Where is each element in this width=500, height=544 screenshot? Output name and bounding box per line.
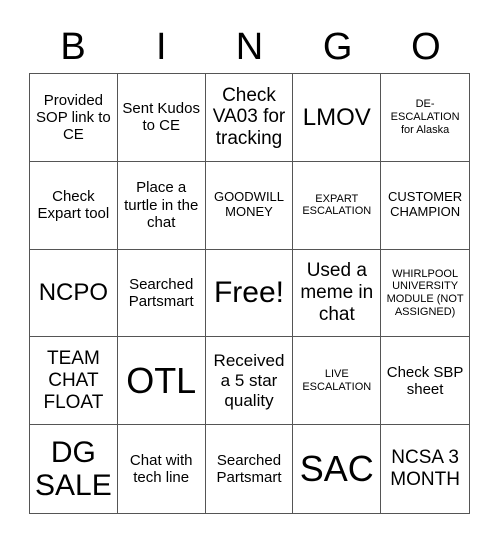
bingo-cell[interactable]: GOODWILL MONEY bbox=[205, 161, 294, 250]
bingo-cell[interactable]: Received a 5 star quality bbox=[205, 337, 294, 426]
bingo-cell[interactable]: DE-ESCALATION for Alaska bbox=[381, 74, 469, 162]
bingo-cell[interactable]: LMOV bbox=[293, 74, 382, 162]
header-letter-g: G bbox=[322, 26, 353, 68]
header-letter-b: B bbox=[60, 26, 86, 68]
bingo-cell[interactable]: Check Expart tool bbox=[30, 161, 118, 250]
bingo-cell[interactable]: EXPART ESCALATION bbox=[293, 161, 382, 250]
bingo-cell[interactable]: Searched Partsmart bbox=[206, 425, 294, 513]
bingo-cell[interactable]: WHIRLPOOL UNIVERSITY MODULE (NOT ASSIGNE… bbox=[381, 250, 469, 338]
free-space-cell[interactable]: Free! bbox=[205, 249, 294, 338]
bingo-cell[interactable]: DG SALE bbox=[30, 425, 118, 513]
bingo-cell[interactable]: Provided SOP link to CE bbox=[30, 74, 118, 162]
bingo-cell[interactable]: OTL bbox=[117, 337, 206, 426]
bingo-header: B I N G O bbox=[29, 22, 470, 72]
bingo-cell[interactable]: TEAM CHAT FLOAT bbox=[30, 337, 118, 426]
header-letter-n: N bbox=[235, 26, 264, 68]
bingo-cell[interactable]: NCSA 3 MONTH bbox=[381, 425, 469, 513]
bingo-cell[interactable]: SAC bbox=[293, 425, 382, 513]
bingo-cell[interactable]: Used a meme in chat bbox=[293, 249, 382, 338]
bingo-cell[interactable]: Check VA03 for tracking bbox=[205, 74, 294, 162]
bingo-cell[interactable]: Chat with tech line bbox=[118, 425, 206, 513]
bingo-cell[interactable]: LIVE ESCALATION bbox=[293, 337, 382, 426]
header-letter-o: O bbox=[411, 26, 441, 68]
bingo-cell[interactable]: Sent Kudos to CE bbox=[117, 74, 206, 162]
bingo-cell[interactable]: CUSTOMER CHAMPION bbox=[381, 162, 469, 250]
bingo-cell[interactable]: NCPO bbox=[30, 249, 118, 338]
bingo-grid: Provided SOP link to CE Sent Kudos to CE… bbox=[29, 73, 470, 514]
bingo-cell[interactable]: Check SBP sheet bbox=[381, 337, 469, 426]
bingo-cell[interactable]: Place a turtle in the chat bbox=[117, 161, 206, 250]
header-letter-i: I bbox=[156, 26, 167, 68]
bingo-cell[interactable]: Searched Partsmart bbox=[117, 249, 206, 338]
